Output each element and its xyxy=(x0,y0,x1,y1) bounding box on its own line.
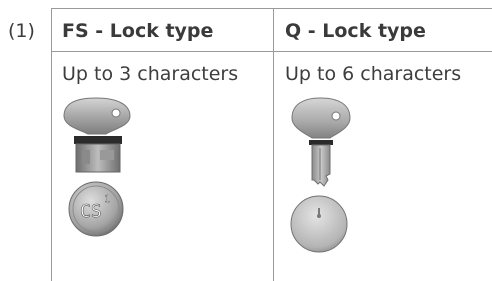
row-number: (1) xyxy=(8,20,35,42)
header-underline xyxy=(51,51,492,52)
cylinder-face-superscript: 1 xyxy=(104,194,110,205)
column-divider-middle xyxy=(273,8,274,281)
fs-key-image xyxy=(63,97,131,173)
q-disc-face-image xyxy=(290,195,348,253)
column-subtitle-q: Up to 6 characters xyxy=(285,63,462,85)
q-key-image xyxy=(291,97,351,187)
table-top-border xyxy=(51,8,492,9)
fs-cylinder-face-image: CS 1 xyxy=(68,181,124,237)
column-title-fs: FS - Lock type xyxy=(62,20,214,42)
column-divider-left xyxy=(51,8,52,281)
column-subtitle-fs: Up to 3 characters xyxy=(62,63,239,85)
cylinder-face-text: CS xyxy=(80,201,102,222)
column-title-q: Q - Lock type xyxy=(285,20,426,42)
